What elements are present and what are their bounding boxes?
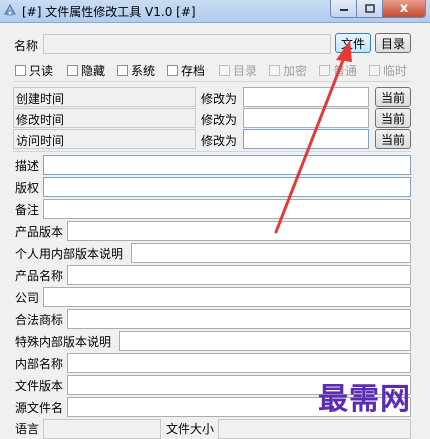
watermark-text: 最需网	[318, 382, 411, 417]
annotation-arrow-icon	[274, 40, 352, 234]
